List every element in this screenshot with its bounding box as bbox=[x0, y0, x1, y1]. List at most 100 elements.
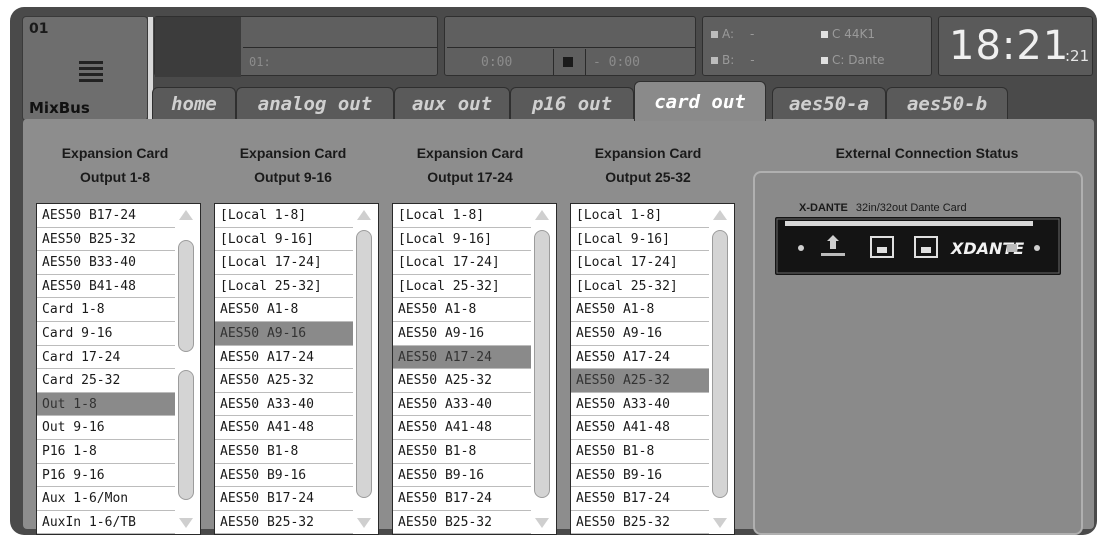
scroll-up-icon[interactable] bbox=[713, 210, 727, 220]
scroll-up-icon[interactable] bbox=[357, 210, 371, 220]
list-item[interactable]: AES50 A33-40 bbox=[571, 393, 709, 417]
list-item[interactable]: [Local 9-16] bbox=[215, 228, 353, 252]
list-item[interactable]: AES50 B25-32 bbox=[393, 511, 531, 534]
list-item[interactable]: [Local 17-24] bbox=[215, 251, 353, 275]
sync-status-panel[interactable]: A: - B: - C 44K1 C: Dante bbox=[702, 16, 932, 76]
list-item[interactable]: AuxIn 1-6/TB bbox=[37, 511, 175, 534]
scroll-thumb[interactable] bbox=[712, 230, 728, 498]
list-item[interactable]: AES50 A9-16 bbox=[393, 322, 531, 346]
output-17-24-list[interactable]: [Local 1-8] [Local 9-16] [Local 17-24] [Loc… bbox=[392, 203, 557, 535]
scroll-up-icon[interactable] bbox=[179, 210, 193, 220]
channel-select-button[interactable]: 01 MixBus bbox=[22, 16, 153, 122]
scrollbar[interactable] bbox=[710, 208, 730, 530]
scroll-thumb[interactable] bbox=[356, 230, 372, 498]
output-9-16-list[interactable]: [Local 1-8] [Local 9-16] [Local 17-24] [Loc… bbox=[214, 203, 379, 535]
list-item[interactable]: Card 25-32 bbox=[37, 369, 175, 393]
list-item[interactable]: AES50 B25-32 bbox=[215, 511, 353, 534]
list-item[interactable]: AES50 A1-8 bbox=[393, 298, 531, 322]
list-item[interactable]: P16 9-16 bbox=[37, 464, 175, 488]
list-item[interactable]: [Local 17-24] bbox=[571, 251, 709, 275]
list-item[interactable]: AES50 B9-16 bbox=[393, 464, 531, 488]
clock-time: 18:21 bbox=[949, 23, 1070, 69]
list-item[interactable]: [Local 1-8] bbox=[571, 204, 709, 228]
output-1-8-list[interactable]: AES50 B17-24 AES50 B25-32 AES50 B33-40 AES5… bbox=[36, 203, 201, 535]
list-item[interactable]: P16 1-8 bbox=[37, 440, 175, 464]
scroll-down-icon[interactable] bbox=[713, 518, 727, 528]
scroll-thumb[interactable] bbox=[178, 240, 194, 352]
scroll-thumb-lower[interactable] bbox=[178, 370, 194, 500]
stop-icon bbox=[563, 57, 573, 67]
list-item[interactable]: Out 1-8 bbox=[37, 392, 175, 417]
tab-aes50-b[interactable]: aes50-b bbox=[886, 87, 1008, 119]
scroll-thumb[interactable] bbox=[534, 230, 550, 498]
card-label: X-DANTE 32in/32out Dante Card bbox=[799, 202, 967, 214]
list-item[interactable]: [Local 17-24] bbox=[393, 251, 531, 275]
list-item[interactable]: [Local 25-32] bbox=[215, 275, 353, 299]
list-item[interactable]: Out 9-16 bbox=[37, 416, 175, 440]
list-item[interactable]: AES50 B17-24 bbox=[393, 487, 531, 511]
list-item[interactable]: [Local 25-32] bbox=[393, 275, 531, 299]
aes50-a-status: A: - bbox=[711, 27, 754, 41]
list-item[interactable]: Card 1-8 bbox=[37, 298, 175, 322]
column-title: Expansion Card Output 25-32 bbox=[594, 145, 702, 185]
list-item[interactable]: AES50 A41-48 bbox=[393, 416, 531, 440]
list-item[interactable]: AES50 A25-32 bbox=[571, 369, 709, 393]
list-item[interactable]: Card 17-24 bbox=[37, 346, 175, 370]
list-item[interactable]: AES50 B25-32 bbox=[571, 511, 709, 534]
scroll-down-icon[interactable] bbox=[179, 518, 193, 528]
scrollbar[interactable] bbox=[532, 208, 552, 530]
list-item[interactable]: AES50 B1-8 bbox=[215, 440, 353, 464]
scrollbar[interactable] bbox=[354, 208, 374, 530]
list-item[interactable]: AES50 A25-32 bbox=[215, 369, 353, 393]
list-item[interactable]: AES50 A17-24 bbox=[215, 346, 353, 370]
list-item[interactable]: AES50 A9-16 bbox=[571, 322, 709, 346]
dante-card-icon: XDANTE bbox=[776, 218, 1060, 274]
status-led-icon bbox=[711, 56, 718, 64]
clock-seconds: :21 bbox=[1065, 47, 1090, 65]
list-item[interactable]: Aux 1-6/Mon bbox=[37, 487, 175, 511]
list-item[interactable]: AES50 B17-24 bbox=[215, 487, 353, 511]
list-item[interactable]: Card 9-16 bbox=[37, 322, 175, 346]
scroll-down-icon[interactable] bbox=[357, 518, 371, 528]
list-item[interactable]: AES50 A41-48 bbox=[571, 416, 709, 440]
list-item[interactable]: AES50 A33-40 bbox=[393, 393, 531, 417]
connection-status-box: X-DANTE 32in/32out Dante Card XDANTE bbox=[753, 171, 1083, 535]
list-item[interactable]: AES50 A1-8 bbox=[571, 298, 709, 322]
tab-home[interactable]: home bbox=[152, 87, 236, 119]
scroll-up-icon[interactable] bbox=[535, 210, 549, 220]
card-description: 32in/32out Dante Card bbox=[855, 202, 967, 214]
list-item[interactable]: AES50 B1-8 bbox=[393, 440, 531, 464]
list-item[interactable]: AES50 B17-24 bbox=[37, 204, 175, 228]
tab-card-out[interactable]: card out bbox=[634, 81, 766, 121]
tab-p16-out[interactable]: p16 out bbox=[510, 87, 634, 119]
list-item[interactable]: AES50 B9-16 bbox=[215, 464, 353, 488]
list-item[interactable]: [Local 25-32] bbox=[571, 275, 709, 299]
list-item[interactable]: AES50 B33-40 bbox=[37, 251, 175, 275]
scrollbar[interactable] bbox=[176, 208, 196, 530]
list-item[interactable]: AES50 B9-16 bbox=[571, 464, 709, 488]
list-item[interactable]: [Local 9-16] bbox=[393, 228, 531, 252]
list-item[interactable]: AES50 B1-8 bbox=[571, 440, 709, 464]
list-item[interactable]: AES50 A33-40 bbox=[215, 393, 353, 417]
list-item[interactable]: AES50 B25-32 bbox=[37, 228, 175, 252]
list-item[interactable]: AES50 A41-48 bbox=[215, 416, 353, 440]
scroll-down-icon[interactable] bbox=[535, 518, 549, 528]
list-item[interactable]: AES50 B17-24 bbox=[571, 487, 709, 511]
tab-analog-out[interactable]: analog out bbox=[236, 87, 394, 119]
list-item[interactable]: AES50 A17-24 bbox=[393, 345, 531, 370]
recorder-panel[interactable]: 0:00 - 0:00 bbox=[444, 16, 696, 76]
list-item[interactable]: AES50 A9-16 bbox=[215, 321, 353, 346]
tab-aes50-a[interactable]: aes50-a bbox=[772, 87, 886, 119]
scene-panel[interactable]: 01: bbox=[154, 16, 438, 77]
list-item[interactable]: AES50 A1-8 bbox=[215, 298, 353, 322]
list-item[interactable]: AES50 A17-24 bbox=[571, 346, 709, 370]
time-remaining: - 0:00 bbox=[593, 55, 640, 70]
list-item[interactable]: AES50 A25-32 bbox=[393, 369, 531, 393]
list-item[interactable]: [Local 1-8] bbox=[215, 204, 353, 228]
output-25-32-list[interactable]: [Local 1-8] [Local 9-16] [Local 17-24] [Loc… bbox=[570, 203, 735, 535]
list-item[interactable]: AES50 B41-48 bbox=[37, 275, 175, 299]
aes50-b-status: B: - bbox=[711, 53, 755, 67]
tab-aux-out[interactable]: aux out bbox=[394, 87, 510, 119]
list-item[interactable]: [Local 9-16] bbox=[571, 228, 709, 252]
list-item[interactable]: [Local 1-8] bbox=[393, 204, 531, 228]
